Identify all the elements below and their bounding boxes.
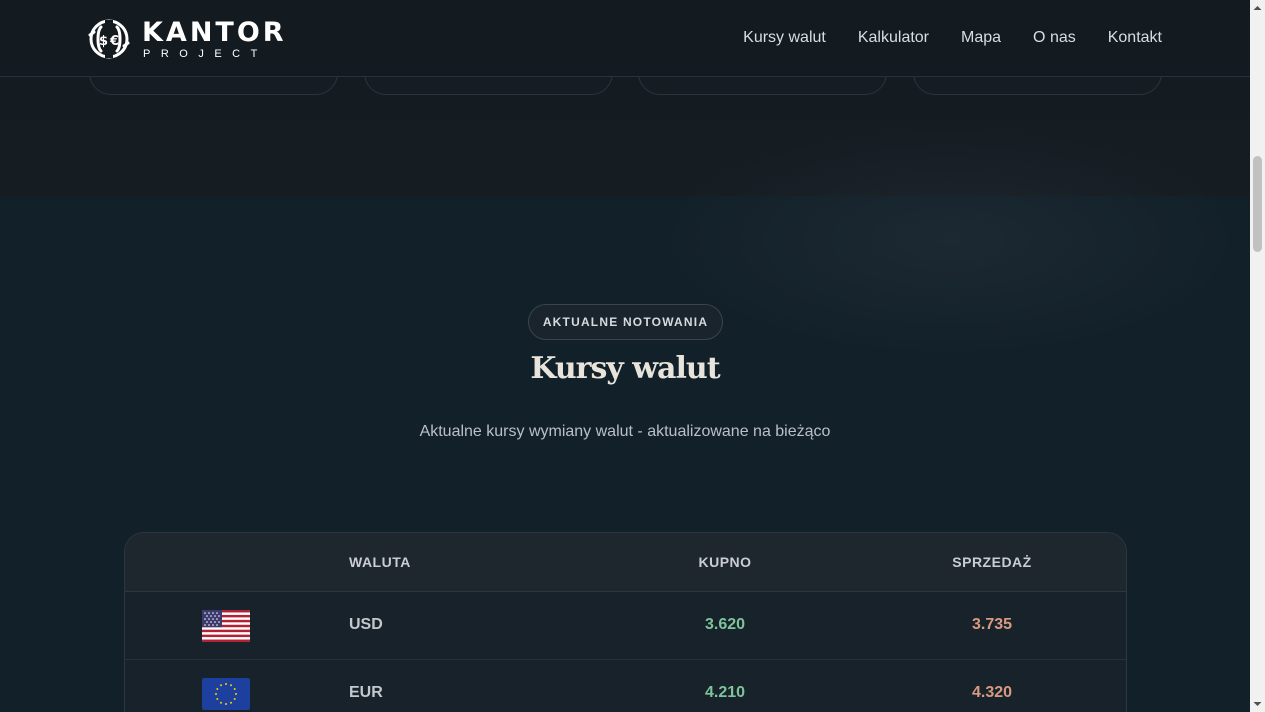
page: $ € KANTOR PROJECT Kursy walut Kalkulato… (0, 0, 1250, 712)
rates-table: WALUTA KUPNO SPRZEDAŻ USD 3.620 3.735 EU… (124, 532, 1127, 712)
section-badge: AKTUALNE NOTOWANIA (528, 304, 723, 340)
brand-sub: PROJECT (143, 47, 268, 60)
scroll-down-icon[interactable] (1250, 695, 1265, 712)
nav-item-mapa[interactable]: Mapa (961, 27, 1001, 49)
header-currency: WALUTA (349, 554, 411, 570)
svg-text:€: € (109, 34, 119, 49)
logo-text: KANTOR PROJECT (142, 16, 287, 60)
sell-rate: 3.735 (971, 616, 1013, 633)
buy-rate: 4.210 (704, 684, 746, 701)
table-row: USD 3.620 3.735 (125, 592, 1126, 660)
svg-text:$: $ (99, 34, 108, 49)
nav-item-kontakt[interactable]: Kontakt (1108, 27, 1162, 49)
site-header: $ € KANTOR PROJECT Kursy walut Kalkulato… (0, 0, 1250, 77)
currency-code: USD (349, 616, 383, 633)
section-title: Kursy walut (530, 351, 720, 386)
us-flag-icon (202, 610, 250, 642)
table-row: EUR 4.210 4.320 (125, 660, 1126, 712)
currency-code: EUR (349, 684, 383, 701)
section-subtitle: Aktualne kursy wymiany walut - aktualizo… (419, 423, 831, 440)
brand-name: KANTOR (142, 16, 287, 48)
page-scrollbar[interactable] (1250, 0, 1265, 712)
logo[interactable]: $ € KANTOR PROJECT (88, 17, 287, 61)
header-buy: KUPNO (698, 554, 752, 570)
eu-flag-icon (202, 678, 250, 710)
header-sell: SPRZEDAŻ (952, 554, 1032, 570)
nav-item-kalkulator[interactable]: Kalkulator (858, 27, 929, 49)
buy-rate: 3.620 (704, 616, 746, 633)
scrollbar-thumb[interactable] (1253, 156, 1262, 252)
nav-item-o-nas[interactable]: O nas (1033, 27, 1076, 49)
currency-exchange-icon: $ € (88, 19, 130, 59)
nav-item-kursy-walut[interactable]: Kursy walut (743, 27, 826, 49)
scroll-up-icon[interactable] (1250, 0, 1265, 17)
main-nav: Kursy walut Kalkulator Mapa O nas Kontak… (743, 27, 1162, 49)
background-glow (650, 120, 1250, 360)
table-header: WALUTA KUPNO SPRZEDAŻ (125, 533, 1126, 592)
sell-rate: 4.320 (971, 684, 1013, 701)
